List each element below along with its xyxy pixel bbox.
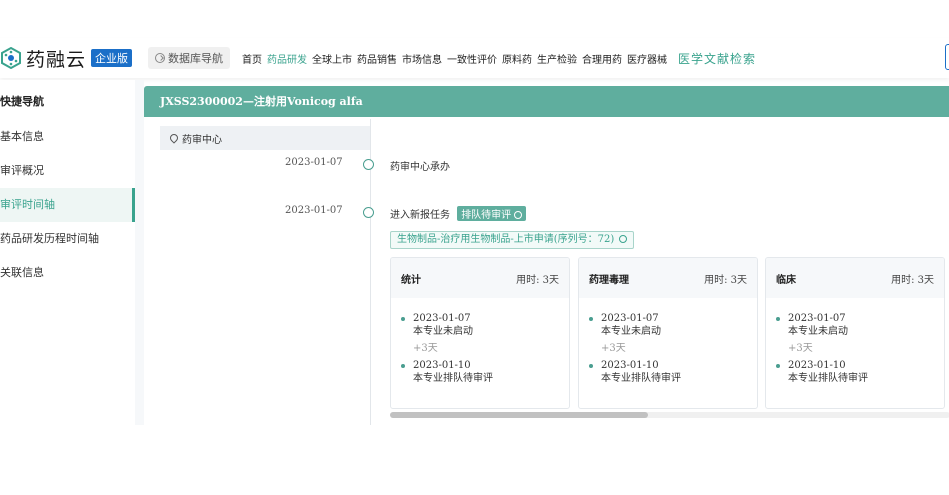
sidebar-item-basic-info[interactable]: 基本信息 bbox=[0, 120, 135, 154]
event-date: 2023-01-07 bbox=[285, 157, 343, 168]
card-event: 2023-01-10 本专业排队待审评 bbox=[401, 359, 559, 385]
sidebar-item-review-timeline[interactable]: 审评时间轴 bbox=[0, 188, 135, 222]
header-right-button[interactable] bbox=[945, 44, 949, 70]
card-event: 2023-01-10 本专业排队待审评 bbox=[589, 359, 747, 385]
card-event: 2023-01-07 本专业未启动 bbox=[589, 312, 747, 338]
clock-icon bbox=[619, 235, 628, 243]
card-name: 药理毒理 bbox=[589, 274, 629, 286]
main-content: JXSS2300002—注射用Vonicog alfa 药审中心 2023-01… bbox=[144, 86, 949, 425]
card-gap: +3天 bbox=[413, 343, 438, 354]
database-nav-label: 数据库导航 bbox=[168, 52, 224, 65]
card-duration: 用时: 3天 bbox=[516, 274, 559, 286]
timeline-dot-icon bbox=[363, 159, 374, 170]
sidebar-item-review-overview[interactable]: 审评概况 bbox=[0, 154, 135, 188]
card-event-text: 本专业排队待审评 bbox=[788, 373, 868, 384]
card-gap: +3天 bbox=[788, 343, 813, 354]
clock-icon bbox=[514, 211, 523, 219]
nav-api[interactable]: 原料药 bbox=[502, 51, 532, 66]
card-header: 统计 用时: 3天 bbox=[391, 258, 569, 298]
logo-hexagon-icon bbox=[0, 46, 22, 70]
location-pin-icon bbox=[168, 132, 180, 144]
sidebar-panel: 快捷导航 基本信息 审评概况 审评时间轴 药品研发历程时间轴 关联信息 bbox=[0, 80, 135, 425]
status-badge: 排队待审评 bbox=[457, 206, 527, 221]
card-body: 2023-01-07 本专业未启动 +3天 2023-01-10 本专业排队待审… bbox=[766, 298, 944, 385]
sidebar: 快捷导航 基本信息 审评概况 审评时间轴 药品研发历程时间轴 关联信息 bbox=[0, 80, 144, 425]
category-tag: 生物制品-治疗用生物制品-上市申请(序列号：72) bbox=[390, 231, 635, 249]
literature-search-link[interactable]: 医学文献检索 bbox=[678, 50, 756, 67]
horizontal-scrollbar[interactable] bbox=[390, 412, 949, 418]
logo-text: 药融云 bbox=[26, 48, 87, 71]
review-card-clinical: 临床 用时: 3天 2023-01-07 本专业未启动 +3天 2023-01-… bbox=[765, 257, 945, 409]
category-label: 生物制品-治疗用生物制品-上市申请(序列号：72) bbox=[397, 234, 615, 245]
logo[interactable]: 药融云 企业版 bbox=[0, 45, 133, 72]
card-event-date: 2023-01-10 bbox=[788, 360, 846, 371]
card-name: 临床 bbox=[776, 274, 796, 286]
nav-home[interactable]: 首页 bbox=[242, 51, 262, 66]
card-event-date: 2023-01-10 bbox=[601, 360, 659, 371]
page-title: JXSS2300002—注射用Vonicog alfa bbox=[144, 86, 949, 117]
status-badge-label: 排队待审评 bbox=[461, 210, 512, 221]
card-event-text: 本专业未启动 bbox=[601, 326, 661, 337]
card-event-text: 本专业未启动 bbox=[413, 326, 473, 337]
card-event-text: 本专业未启动 bbox=[788, 326, 848, 337]
timeline-left-column: 药审中心 bbox=[160, 126, 370, 150]
card-gap: +3天 bbox=[601, 343, 626, 354]
nav-medical-devices[interactable]: 医疗器械 bbox=[627, 51, 667, 66]
card-event-date: 2023-01-07 bbox=[788, 313, 846, 324]
top-header: 药融云 企业版 数据库导航 首页 药品研发 全球上市 药品销售 市场信息 一致性… bbox=[0, 38, 949, 78]
event-date: 2023-01-07 bbox=[285, 205, 343, 216]
top-nav: 首页 药品研发 全球上市 药品销售 市场信息 一致性评价 原料药 生产检验 合理… bbox=[242, 50, 756, 67]
event-text-with-status: 进入新报任务 排队待审评 bbox=[390, 206, 527, 221]
card-header: 药理毒理 用时: 3天 bbox=[579, 258, 757, 298]
nav-market-info[interactable]: 市场信息 bbox=[402, 51, 442, 66]
nav-drug-rd[interactable]: 药品研发 bbox=[267, 51, 307, 66]
review-card-statistics: 统计 用时: 3天 2023-01-07 本专业未启动 +3天 2023-01-… bbox=[390, 257, 570, 409]
nav-production-inspection[interactable]: 生产检验 bbox=[537, 51, 577, 66]
card-event: 2023-01-07 本专业未启动 bbox=[401, 312, 559, 338]
card-event-date: 2023-01-07 bbox=[413, 313, 471, 324]
review-card-pharmacology: 药理毒理 用时: 3天 2023-01-07 本专业未启动 +3天 2023-0… bbox=[578, 257, 758, 409]
edition-badge: 企业版 bbox=[91, 49, 133, 67]
card-duration: 用时: 3天 bbox=[704, 274, 747, 286]
timeline-dot-icon bbox=[363, 207, 374, 218]
event-text: 进入新报任务 bbox=[390, 210, 450, 221]
card-header: 临床 用时: 3天 bbox=[766, 258, 944, 298]
sidebar-title: 快捷导航 bbox=[0, 95, 44, 108]
card-event-text: 本专业排队待审评 bbox=[413, 373, 493, 384]
card-event: 2023-01-10 本专业排队待审评 bbox=[776, 359, 934, 385]
card-duration: 用时: 3天 bbox=[891, 274, 934, 286]
card-event-date: 2023-01-07 bbox=[601, 313, 659, 324]
compass-icon bbox=[155, 53, 166, 63]
sidebar-item-rd-timeline[interactable]: 药品研发历程时间轴 bbox=[0, 222, 135, 256]
nav-global-launch[interactable]: 全球上市 bbox=[312, 51, 352, 66]
card-name: 统计 bbox=[401, 274, 421, 286]
database-nav-button[interactable]: 数据库导航 bbox=[148, 47, 231, 69]
scrollbar-thumb[interactable] bbox=[390, 412, 648, 418]
sidebar-item-related-info[interactable]: 关联信息 bbox=[0, 256, 135, 290]
center-name: 药审中心 bbox=[182, 134, 222, 146]
review-cards: 统计 用时: 3天 2023-01-07 本专业未启动 +3天 2023-01-… bbox=[390, 257, 949, 409]
event-text: 药审中心承办 bbox=[390, 162, 450, 173]
card-event-text: 本专业排队待审评 bbox=[601, 373, 681, 384]
card-body: 2023-01-07 本专业未启动 +3天 2023-01-10 本专业排队待审… bbox=[579, 298, 757, 385]
card-event: 2023-01-07 本专业未启动 bbox=[776, 312, 934, 338]
nav-rational-drug-use[interactable]: 合理用药 bbox=[582, 51, 622, 66]
nav-consistency-eval[interactable]: 一致性评价 bbox=[447, 51, 497, 66]
card-event-date: 2023-01-10 bbox=[413, 360, 471, 371]
center-label: 药审中心 bbox=[160, 126, 370, 150]
card-body: 2023-01-07 本专业未启动 +3天 2023-01-10 本专业排队待审… bbox=[391, 298, 569, 385]
nav-drug-sales[interactable]: 药品销售 bbox=[357, 51, 397, 66]
